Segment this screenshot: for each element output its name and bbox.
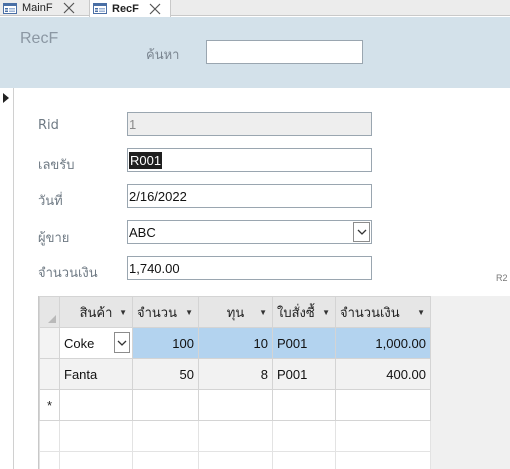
sort-arrow-icon[interactable]: ▼ — [322, 308, 330, 317]
tab-recf[interactable]: RecF — [89, 0, 171, 17]
table-row[interactable]: Fanta 50 8 P001 400.00 — [39, 358, 431, 390]
search-input[interactable] — [206, 40, 363, 64]
cost-cell[interactable]: 10 — [198, 327, 273, 359]
empty-cell — [132, 420, 199, 452]
vendor-combo[interactable]: ABC — [127, 220, 372, 244]
document-tab-bar: MainF RecF — [0, 0, 510, 17]
empty-cell — [198, 451, 273, 469]
table-row[interactable]: Coke 100 10 P001 1,000.00 — [39, 327, 431, 359]
empty-cell — [272, 451, 336, 469]
column-header-cost[interactable]: ทุน ▼ — [198, 296, 273, 328]
empty-cell — [59, 420, 133, 452]
chevron-down-icon — [117, 340, 127, 346]
form-icon — [93, 3, 107, 14]
close-icon[interactable] — [63, 2, 75, 14]
po-cell[interactable]: P001 — [272, 358, 336, 390]
column-header-label: ใบสั่งซื้ — [277, 304, 315, 320]
new-po-cell[interactable] — [272, 389, 336, 421]
product-value: Coke — [64, 335, 95, 351]
empty-cell — [59, 451, 133, 469]
search-label: ค้นหา — [146, 48, 180, 63]
current-record-arrow-icon — [3, 93, 9, 103]
new-product-cell[interactable] — [59, 389, 133, 421]
empty-cell — [335, 451, 431, 469]
form-icon — [3, 2, 17, 14]
amount-cell[interactable]: 1,000.00 — [335, 327, 431, 359]
column-header-label: จำนวน — [137, 304, 177, 320]
qty-cell[interactable]: 100 — [132, 327, 199, 359]
amount-label: จำนวนเงิน — [38, 266, 98, 281]
empty-cell — [272, 420, 336, 452]
empty-cell — [335, 420, 431, 452]
table-header-row: สินค้า ▼ จำนวน ▼ ทุน ▼ ใบสั่งซื้ ▼ จำนวนเงิน… — [39, 296, 431, 328]
empty-row-selector — [39, 451, 60, 469]
column-header-product[interactable]: สินค้า ▼ — [59, 296, 133, 328]
amount-cell[interactable]: 400.00 — [335, 358, 431, 390]
vendor-value: ABC — [129, 225, 156, 240]
column-header-qty[interactable]: จำนวน ▼ — [132, 296, 199, 328]
empty-cell — [132, 451, 199, 469]
tab-mainf-label: MainF — [22, 2, 53, 14]
cost-cell[interactable]: 8 — [198, 358, 273, 390]
line-items-table: สินค้า ▼ จำนวน ▼ ทุน ▼ ใบสั่งซื้ ▼ จำนวนเงิน… — [39, 296, 431, 469]
receipt-no-selected-text: R001 — [129, 152, 163, 169]
po-cell[interactable]: P001 — [272, 327, 336, 359]
receipt-no-field[interactable]: R001 — [127, 148, 372, 172]
amount-field[interactable]: 1,740.00 — [127, 256, 372, 280]
receipt-no-label: เลขรับ — [38, 158, 75, 173]
line-items-subform: สินค้า ▼ จำนวน ▼ ทุน ▼ ใบสั่งซื้ ▼ จำนวนเงิน… — [38, 296, 510, 469]
tab-recf-label: RecF — [112, 2, 139, 15]
row-selector[interactable] — [39, 358, 60, 390]
form-title: RecF — [20, 30, 59, 47]
product-dropdown-button[interactable] — [114, 332, 130, 353]
tab-mainf[interactable]: MainF — [0, 0, 88, 16]
new-qty-cell[interactable] — [132, 389, 199, 421]
chevron-down-icon — [357, 229, 366, 235]
date-field[interactable]: 2/16/2022 — [127, 184, 372, 208]
record-selector[interactable] — [0, 88, 14, 469]
empty-row-selector — [39, 420, 60, 452]
rid-field[interactable]: 1 — [127, 112, 372, 136]
vendor-label: ผู้ขาย — [38, 231, 70, 246]
product-cell[interactable]: Fanta — [59, 358, 133, 390]
sort-arrow-icon[interactable]: ▼ — [259, 308, 267, 317]
vendor-dropdown-button[interactable] — [353, 222, 370, 242]
column-header-amount[interactable]: จำนวนเงิน ▼ — [335, 296, 431, 328]
new-amount-cell[interactable] — [335, 389, 431, 421]
select-all-icon — [48, 315, 56, 323]
sort-arrow-icon[interactable]: ▼ — [185, 308, 193, 317]
side-label: R2 — [496, 273, 508, 283]
form-header: RecF ค้นหา — [0, 17, 510, 88]
column-header-label: จำนวนเงิน — [340, 304, 400, 320]
sort-arrow-icon[interactable]: ▼ — [119, 308, 127, 317]
row-selector[interactable] — [39, 327, 60, 359]
column-header-label: สินค้า — [79, 304, 113, 320]
column-header-po[interactable]: ใบสั่งซื้ ▼ — [272, 296, 336, 328]
empty-row — [39, 420, 431, 452]
column-header-label: ทุน — [226, 304, 245, 320]
new-cost-cell[interactable] — [198, 389, 273, 421]
new-record-marker[interactable]: * — [39, 389, 60, 421]
sort-arrow-icon[interactable]: ▼ — [417, 308, 425, 317]
qty-cell[interactable]: 50 — [132, 358, 199, 390]
product-cell[interactable]: Coke — [59, 327, 133, 359]
rid-label: Rid — [38, 118, 59, 133]
empty-cell — [198, 420, 273, 452]
date-label: วันที่ — [38, 194, 63, 209]
empty-row — [39, 451, 431, 469]
select-all-corner[interactable] — [39, 296, 60, 328]
new-record-row[interactable]: * — [39, 389, 431, 421]
close-icon[interactable] — [149, 3, 161, 15]
